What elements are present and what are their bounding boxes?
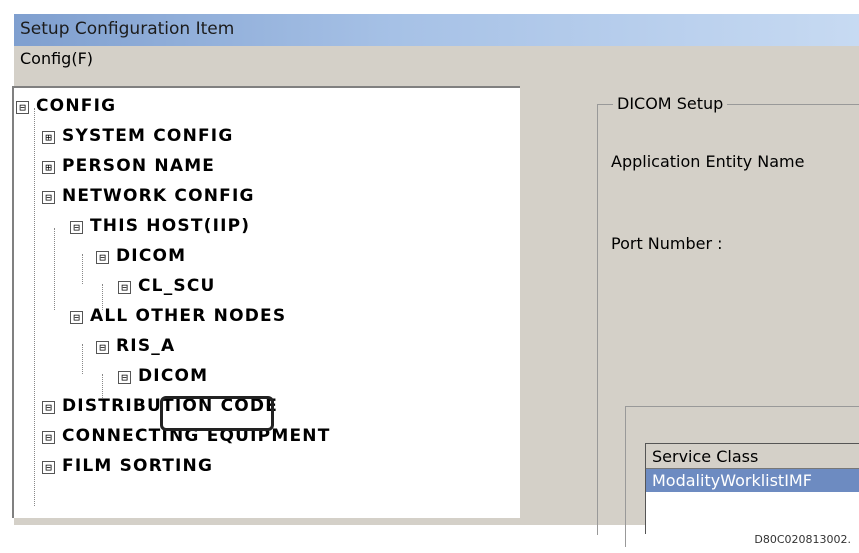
- tree-connector: [54, 228, 55, 310]
- service-class-list[interactable]: Service Class ModalityWorklistIMF: [645, 443, 859, 534]
- tree-node-label: RIS_A: [116, 336, 176, 356]
- collapse-icon[interactable]: ⊟: [96, 251, 109, 264]
- tree-node-label: FILM SORTING: [62, 456, 214, 476]
- expand-icon[interactable]: ⊞: [42, 161, 55, 174]
- menu-bar: Config(F): [14, 46, 859, 74]
- collapse-icon[interactable]: ⊟: [42, 461, 55, 474]
- tree-connector: [34, 108, 35, 506]
- collapse-icon[interactable]: ⊟: [16, 101, 29, 114]
- tree-node-label: THIS HOST(IIP): [90, 216, 251, 236]
- tree-node-label: NETWORK CONFIG: [62, 186, 255, 206]
- collapse-icon[interactable]: ⊟: [70, 221, 83, 234]
- title-bar[interactable]: Setup Configuration Item: [14, 14, 859, 46]
- collapse-icon[interactable]: ⊟: [118, 281, 131, 294]
- collapse-icon[interactable]: ⊟: [70, 311, 83, 324]
- tree-node-label: PERSON NAME: [62, 156, 216, 176]
- tree-connector: [102, 374, 103, 398]
- service-class-column-header[interactable]: Service Class: [646, 444, 859, 469]
- figure-caption: D80C020813002.: [754, 533, 851, 546]
- window-title: Setup Configuration Item: [20, 19, 235, 39]
- tree-node-label: DICOM: [116, 246, 187, 266]
- highlight-callout: [160, 396, 274, 431]
- tree-node-label: CL_SCU: [138, 276, 216, 296]
- port-number-label: Port Number :: [611, 234, 723, 253]
- dicom-setup-title: DICOM Setup: [613, 94, 728, 113]
- tree-node-label: ALL OTHER NODES: [90, 306, 287, 326]
- collapse-icon[interactable]: ⊟: [42, 431, 55, 444]
- column-header-label: Service Class: [652, 447, 759, 466]
- row-label: ModalityWorklistIMF: [652, 471, 812, 490]
- tree-connector: [82, 254, 83, 284]
- expand-icon[interactable]: ⊞: [42, 131, 55, 144]
- tree-node-label: DICOM: [138, 366, 209, 386]
- config-menu[interactable]: Config(F): [20, 49, 93, 68]
- ae-name-label: Application Entity Name: [611, 152, 805, 171]
- tree-connector: [82, 344, 83, 374]
- config-tree[interactable]: ⊟ CONFIG ⊞ SYSTEM CONFIG ⊞ PERSON NAME ⊟…: [12, 86, 520, 518]
- collapse-icon[interactable]: ⊟: [96, 341, 109, 354]
- service-class-row[interactable]: ModalityWorklistIMF: [646, 469, 859, 492]
- tree-node-label: CONFIG: [36, 96, 117, 116]
- collapse-icon[interactable]: ⊟: [42, 401, 55, 414]
- collapse-icon[interactable]: ⊟: [42, 191, 55, 204]
- collapse-icon[interactable]: ⊟: [118, 371, 131, 384]
- tree-node-label: SYSTEM CONFIG: [62, 126, 234, 146]
